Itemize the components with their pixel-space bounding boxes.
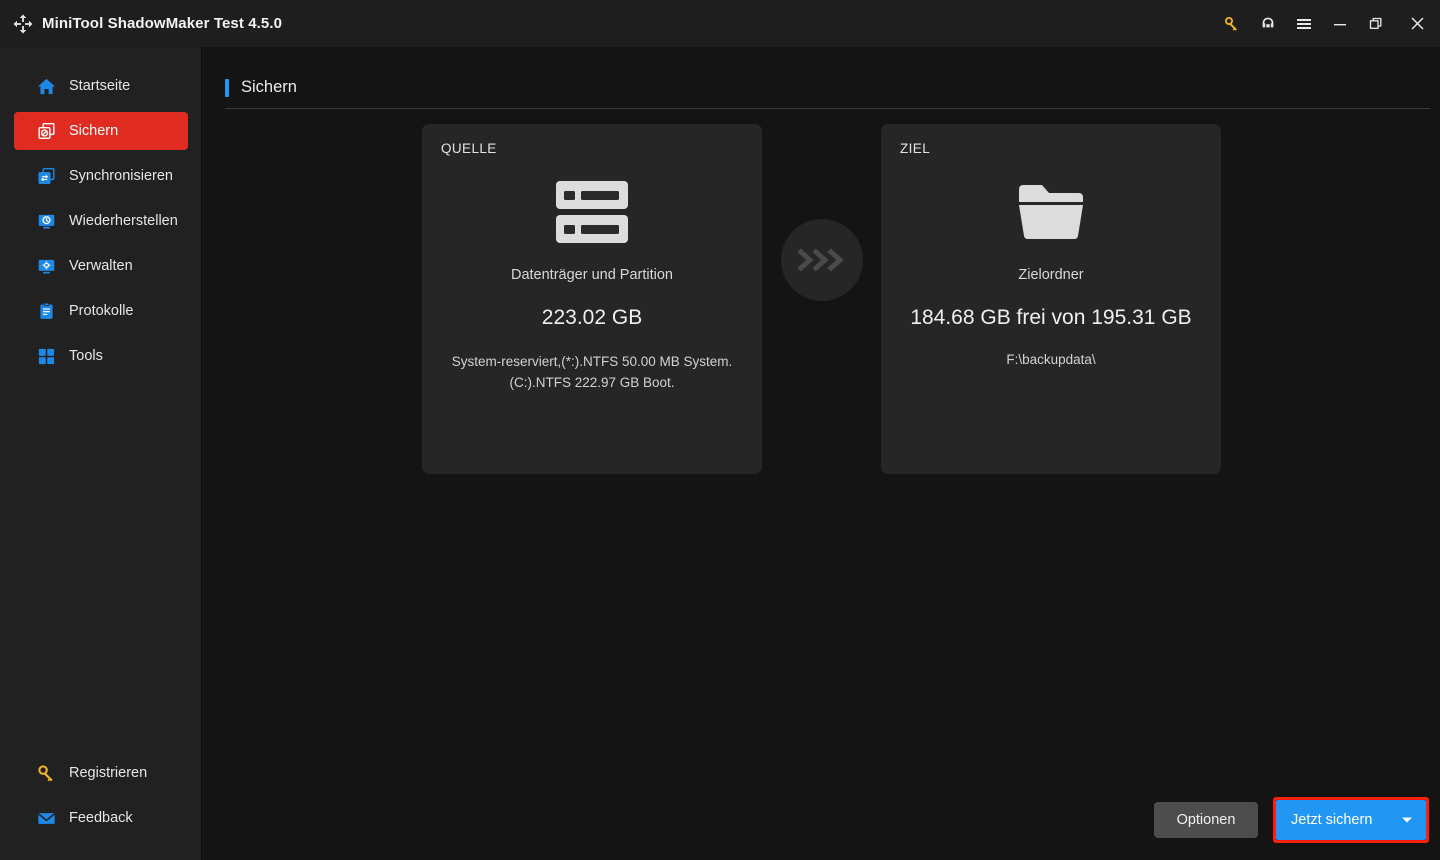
source-card-detail: System-reserviert,(*:).NTFS 50.00 MB Sys…	[434, 351, 750, 393]
sidebar-item-registrieren[interactable]: Registrieren	[14, 754, 188, 792]
key-icon	[36, 763, 56, 783]
dest-card-size: 184.68 GB frei von 195.31 GB	[881, 306, 1221, 330]
title-bar-left: MiniTool ShadowMaker Test 4.5.0	[0, 13, 282, 35]
sidebar-item-label: Verwalten	[69, 258, 133, 274]
header-divider	[225, 108, 1430, 109]
footer-actions: Optionen Jetzt sichern	[203, 770, 1440, 860]
chevron-down-icon[interactable]	[1402, 818, 1412, 823]
sidebar-item-sichern[interactable]: Sichern	[14, 112, 188, 150]
title-bar: MiniTool ShadowMaker Test 4.5.0	[0, 0, 1440, 47]
restore-icon[interactable]	[1358, 0, 1394, 47]
options-button[interactable]: Optionen	[1154, 802, 1258, 838]
main-content: Sichern QUELLE	[203, 47, 1440, 860]
sidebar-item-label: Protokolle	[69, 303, 133, 319]
application-window: MiniTool ShadowMaker Test 4.5.0	[0, 0, 1440, 860]
tools-icon	[36, 346, 56, 366]
restore-monitor-icon	[36, 211, 56, 231]
dest-card-detail: F:\backupdata\	[893, 349, 1209, 370]
backup-cards: QUELLE Datenträger und Partition	[203, 124, 1440, 474]
manage-icon	[36, 256, 56, 276]
backup-now-highlight: Jetzt sichern	[1273, 797, 1429, 843]
source-card-size: 223.02 GB	[422, 306, 762, 330]
sidebar-item-label: Tools	[69, 348, 103, 364]
folder-icon	[881, 180, 1221, 242]
dest-card-type: Zielordner	[881, 267, 1221, 283]
destination-card[interactable]: ZIEL Zielordner 184.68 GB frei von 195.3…	[881, 124, 1221, 474]
source-card-kicker: QUELLE	[441, 141, 497, 156]
sync-icon	[36, 166, 56, 186]
sidebar-bottom-nav: Registrieren Feedback	[0, 754, 202, 844]
key-icon[interactable]	[1214, 0, 1250, 47]
minimize-icon[interactable]	[1322, 0, 1358, 47]
sidebar-item-synchronisieren[interactable]: Synchronisieren	[14, 157, 188, 195]
sidebar-item-label: Feedback	[69, 810, 133, 826]
headset-icon[interactable]	[1250, 0, 1286, 47]
sidebar-item-wiederherstellen[interactable]: Wiederherstellen	[14, 202, 188, 240]
hamburger-icon[interactable]	[1286, 0, 1322, 47]
logs-icon	[36, 301, 56, 321]
sidebar-item-feedback[interactable]: Feedback	[14, 799, 188, 837]
sidebar-item-label: Registrieren	[69, 765, 147, 781]
sidebar-item-label: Wiederherstellen	[69, 213, 178, 229]
page-title-accent-bar	[225, 79, 229, 97]
sidebar-item-protokolle[interactable]: Protokolle	[14, 292, 188, 330]
sidebar-nav: Startseite Sichern	[0, 67, 202, 382]
sidebar-item-verwalten[interactable]: Verwalten	[14, 247, 188, 285]
source-card[interactable]: QUELLE Datenträger und Partition	[422, 124, 762, 474]
sidebar-item-tools[interactable]: Tools	[14, 337, 188, 375]
page-header: Sichern	[225, 78, 1430, 97]
chevrons-right-icon	[781, 219, 863, 301]
close-icon[interactable]	[1394, 0, 1440, 47]
sidebar-item-label: Synchronisieren	[69, 168, 173, 184]
dest-card-kicker: ZIEL	[900, 141, 930, 156]
sidebar-item-label: Startseite	[69, 78, 130, 94]
page-title: Sichern	[241, 78, 297, 97]
home-icon	[36, 76, 56, 96]
shadowmaker-logo-icon	[12, 13, 34, 35]
backup-icon	[36, 121, 56, 141]
sidebar: Startseite Sichern	[0, 47, 202, 860]
backup-now-button[interactable]: Jetzt sichern	[1276, 800, 1426, 840]
disk-icon	[422, 180, 762, 244]
mail-icon	[36, 808, 56, 828]
sidebar-item-label: Sichern	[69, 123, 118, 139]
source-card-type: Datenträger und Partition	[422, 267, 762, 283]
sidebar-item-startseite[interactable]: Startseite	[14, 67, 188, 105]
window-title: MiniTool ShadowMaker Test 4.5.0	[42, 15, 282, 32]
backup-now-label: Jetzt sichern	[1276, 812, 1372, 828]
